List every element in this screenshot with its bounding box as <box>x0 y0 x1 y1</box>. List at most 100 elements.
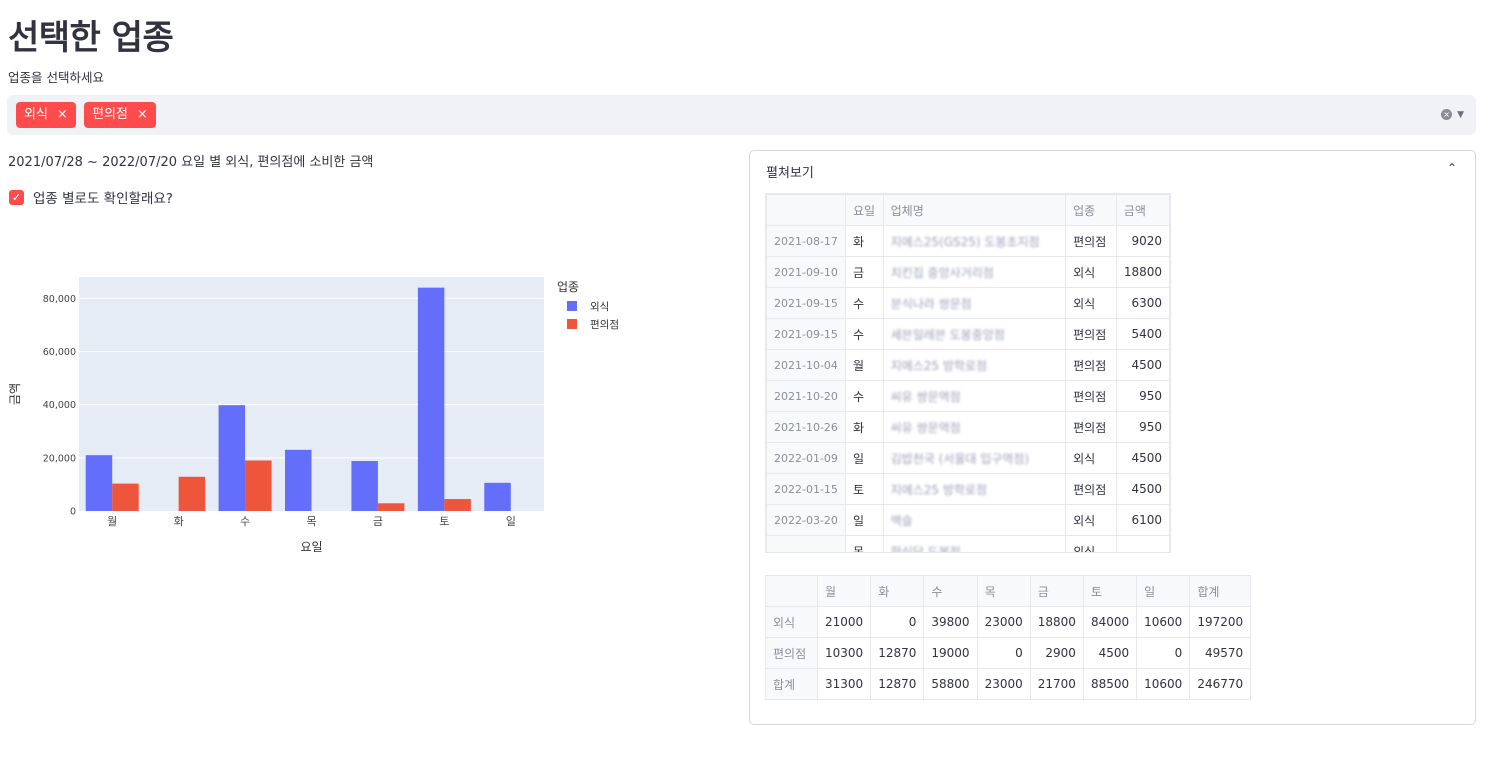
cell-day: 토 <box>844 473 884 505</box>
legend-swatch <box>567 319 577 329</box>
cell-category: 편의점 <box>1065 349 1117 381</box>
cell-category: 편의점 <box>1065 225 1117 257</box>
checkbox-label: 업종 별로도 확인할래요? <box>33 191 173 207</box>
row-index-date: 2021-08-17 <box>766 225 846 257</box>
table-row[interactable]: 2021-09-15 수 세븐일레븐 도봉중앙점 편의점 5400 <box>766 318 1170 350</box>
column-header <box>765 575 818 607</box>
column-header[interactable]: 금액 <box>1115 194 1170 226</box>
x-tick-label: 월 <box>107 515 117 528</box>
summary-cell: 88500 <box>1082 668 1138 700</box>
table-row[interactable]: 2022-03-20 일 맥슬 외식 6100 <box>766 504 1170 536</box>
chart-caption: 2021/07/28 ~ 2022/07/20 요일 별 외식, 편의점에 소비… <box>8 155 374 170</box>
cell-store-name: 지에스25(GS25) 도봉초지점 <box>882 225 1067 257</box>
row-label: 합계 <box>765 668 818 700</box>
summary-cell: 2900 <box>1029 637 1084 669</box>
bar-dining-4 <box>351 461 378 511</box>
legend-item: 외식 <box>590 301 609 313</box>
cell-store-name: 분식나라 쌍문점 <box>882 287 1067 319</box>
summary-cell: 21700 <box>1029 668 1084 700</box>
bar-convenience-4 <box>377 503 405 511</box>
cell-store-name: 한식당 도봉점 <box>882 535 1067 552</box>
cell-store-name: 지에스25 방학로점 <box>882 473 1067 505</box>
table-row[interactable]: 2021-09-15 수 분식나라 쌍문점 외식 6300 <box>766 287 1170 319</box>
cell-category: 편의점 <box>1065 380 1117 412</box>
cell-amount: 4500 <box>1115 473 1170 505</box>
column-header: 목 <box>976 575 1031 607</box>
summary-cell: 0 <box>870 606 925 638</box>
data-expander[interactable]: 펼쳐보기 ⌃ 요일 업체명 업종 금액 2021-08-17 화 지에스25(GS2… <box>749 150 1476 725</box>
cell-day: 월 <box>844 349 884 381</box>
x-tick-label: 화 <box>174 515 184 528</box>
legend-title: 업종 <box>557 280 579 294</box>
cell-amount: 950 <box>1115 380 1170 412</box>
row-label: 외식 <box>765 606 818 638</box>
column-header: 화 <box>870 575 925 607</box>
table-row[interactable]: 2021-10-26 화 씨유 쌍문역점 편의점 950 <box>766 411 1170 443</box>
expander-label: 펼쳐보기 <box>766 166 814 181</box>
cell-category: 외식 <box>1065 256 1117 288</box>
row-index-date: 2021-09-10 <box>766 256 846 288</box>
clear-all-icon[interactable]: × <box>1441 109 1453 120</box>
summary-cell: 12870 <box>870 637 925 669</box>
chevron-up-icon[interactable]: ⌃ <box>1447 161 1457 175</box>
column-header[interactable] <box>766 194 846 226</box>
cell-amount: 4500 <box>1115 349 1170 381</box>
summary-cell: 10600 <box>1136 606 1191 638</box>
cell-store-name: 씨유 쌍문역점 <box>882 380 1067 412</box>
row-index-date: 2022-01-09 <box>766 442 846 474</box>
category-multiselect[interactable]: 외식 × 편의점 × × ▼ <box>7 95 1476 135</box>
summary-cell: 23000 <box>976 606 1031 638</box>
cell-day: 금 <box>844 256 884 288</box>
row-label: 편의점 <box>765 637 818 669</box>
cell-category: 외식 <box>1065 287 1117 319</box>
cell-category: 외식 <box>1065 504 1117 536</box>
table-row[interactable]: 2021-08-17 화 지에스25(GS25) 도봉초지점 편의점 9020 <box>766 225 1170 257</box>
column-header: 합계 <box>1189 575 1252 607</box>
column-header[interactable]: 업종 <box>1065 194 1117 226</box>
y-tick-label: 80,000 <box>43 294 76 305</box>
table-row[interactable]: 2022-01-15 토 지에스25 방학로점 편의점 4500 <box>766 473 1170 505</box>
bar-chart: 0 20,000 40,000 60,000 80,000 월 화 수 목 금 토 일요일 금액 업종외식… <box>8 277 619 554</box>
bar-dining-6 <box>484 482 511 511</box>
bar-dining-3 <box>285 449 312 511</box>
bar-dining-5 <box>417 287 445 511</box>
column-header[interactable]: 업체명 <box>882 194 1067 226</box>
table-row[interactable]: 목 한식당 도봉점 외식 <box>766 535 1170 552</box>
table-row: 합계 31300 12870 58800 23000 21700 88500 10600 246… <box>765 668 1252 700</box>
y-tick-label: 0 <box>70 507 76 518</box>
summary-cell: 12870 <box>870 668 925 700</box>
summary-cell: 197200 <box>1189 606 1252 638</box>
summary-cell: 84000 <box>1082 606 1138 638</box>
remove-tag-icon[interactable]: × <box>57 107 68 122</box>
column-header: 일 <box>1136 575 1191 607</box>
row-index-date <box>766 535 846 552</box>
bar-convenience-1 <box>178 476 206 511</box>
table-row[interactable]: 2021-09-10 금 치킨집 중앙사거리점 외식 18800 <box>766 256 1170 288</box>
table-row[interactable]: 2022-01-09 일 김밥천국 (서울대 입구역점) 외식 4500 <box>766 442 1170 474</box>
bar-dining-0 <box>85 455 113 511</box>
column-header: 토 <box>1082 575 1138 607</box>
tag-label: 편의점 <box>92 107 128 122</box>
cell-day: 일 <box>844 442 884 474</box>
cell-category: 외식 <box>1065 442 1117 474</box>
table-row[interactable]: 2021-10-20 수 씨유 쌍문역점 편의점 950 <box>766 380 1170 412</box>
remove-tag-icon[interactable]: × <box>137 107 148 122</box>
column-header[interactable]: 요일 <box>844 194 884 226</box>
row-index-date: 2021-10-20 <box>766 380 846 412</box>
row-index-date: 2022-01-15 <box>766 473 846 505</box>
cell-store-name: 김밥천국 (서울대 입구역점) <box>882 442 1067 474</box>
checkbox-by-category[interactable]: ✓ <box>9 190 24 205</box>
summary-cell: 18800 <box>1029 606 1084 638</box>
summary-cell: 10600 <box>1136 668 1191 700</box>
y-tick-label: 40,000 <box>43 400 76 411</box>
chevron-down-icon[interactable]: ▼ <box>1457 110 1464 120</box>
summary-cell: 4500 <box>1082 637 1138 669</box>
cell-day: 화 <box>844 411 884 443</box>
cell-day: 목 <box>844 535 884 552</box>
table-row[interactable]: 2021-10-04 월 지에스25 방학로점 편의점 4500 <box>766 349 1170 381</box>
cell-amount: 18800 <box>1115 256 1170 288</box>
detail-dataframe[interactable]: 요일 업체명 업종 금액 2021-08-17 화 지에스25(GS25) 도봉초지… <box>765 193 1171 553</box>
cell-store-name: 지에스25 방학로점 <box>882 349 1067 381</box>
y-axis-label: 금액 <box>8 383 22 405</box>
bar-dining-2 <box>218 405 246 511</box>
